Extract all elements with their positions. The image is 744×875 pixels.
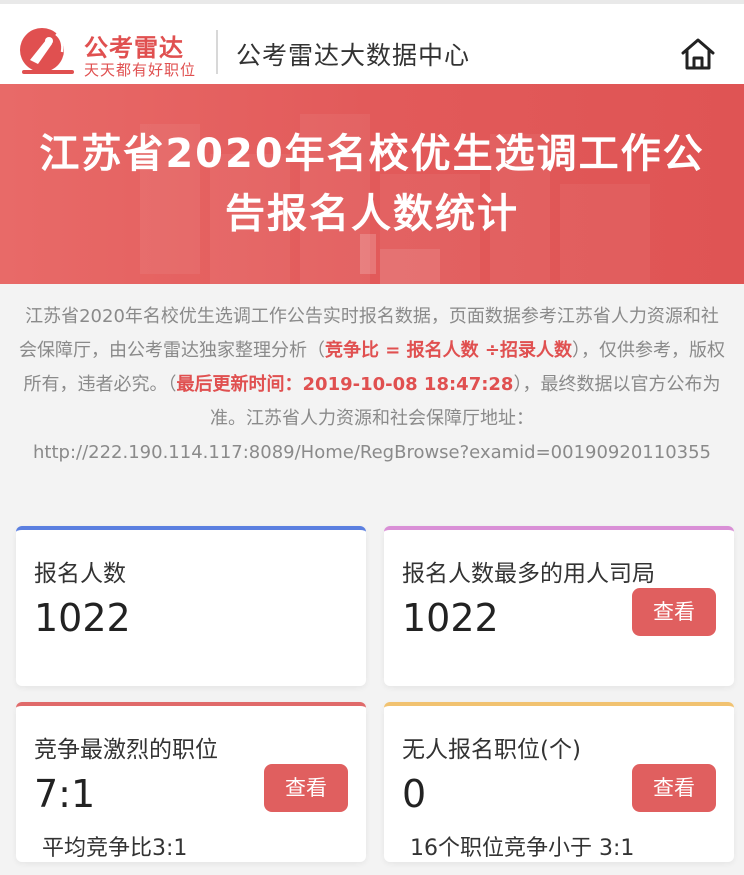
card-subtext: 16个职位竞争小于 3:1: [410, 836, 635, 861]
page-header-title: 公考雷达大数据中心: [236, 41, 471, 70]
card-value: 1022: [402, 596, 499, 640]
desc-updated-time: 最后更新时间：2019-10-08 18:47:28: [176, 374, 514, 395]
desc-formula: 竞争比 = 报名人数 ÷招录人数: [325, 340, 572, 361]
brand-slogan: 天天都有好职位: [84, 61, 197, 79]
stat-card-most-competitive: 竞争最激烈的职位 7:1 查看 平均竞争比3:1: [16, 702, 366, 862]
description-text: 江苏省2020年名校优生选调工作公告实时报名数据，页面数据参考江苏省人力资源和社…: [18, 300, 726, 470]
card-value: 0: [402, 772, 427, 816]
stat-card-no-applicants: 无人报名职位(个) 0 查看 16个职位竞争小于 3:1: [384, 702, 734, 862]
banner-title-line-1: 江苏省2020年名校优生选调工作公: [39, 131, 705, 177]
top-header: 公考雷达 天天都有好职位 公考雷达大数据中心: [0, 0, 744, 84]
stat-card-top-department: 报名人数最多的用人司局 1022 查看: [384, 526, 734, 686]
view-button[interactable]: 查看: [264, 764, 348, 812]
card-label: 无人报名职位(个): [402, 737, 581, 763]
view-button[interactable]: 查看: [632, 764, 716, 812]
radar-logo-icon: [20, 28, 74, 74]
desc-source-url[interactable]: http://222.190.114.117:8089/Home/RegBrow…: [33, 442, 711, 463]
card-value: 1022: [34, 596, 131, 640]
card-value: 7:1: [34, 772, 96, 816]
home-icon[interactable]: [678, 34, 718, 74]
stat-card-registrations: 报名人数 1022: [16, 526, 366, 686]
brand-name: 公考雷达: [84, 34, 184, 62]
header-divider: [216, 30, 218, 74]
card-subtext: 平均竞争比3:1: [42, 836, 188, 861]
hero-banner: 江苏省2020年名校优生选调工作公 告报名人数统计: [0, 84, 744, 284]
banner-title: 江苏省2020年名校优生选调工作公 告报名人数统计: [0, 124, 744, 244]
card-label: 竞争最激烈的职位: [34, 737, 218, 763]
card-label: 报名人数最多的用人司局: [402, 561, 655, 587]
view-button[interactable]: 查看: [632, 588, 716, 636]
banner-title-line-2: 告报名人数统计: [225, 191, 519, 237]
card-label: 报名人数: [34, 561, 126, 587]
